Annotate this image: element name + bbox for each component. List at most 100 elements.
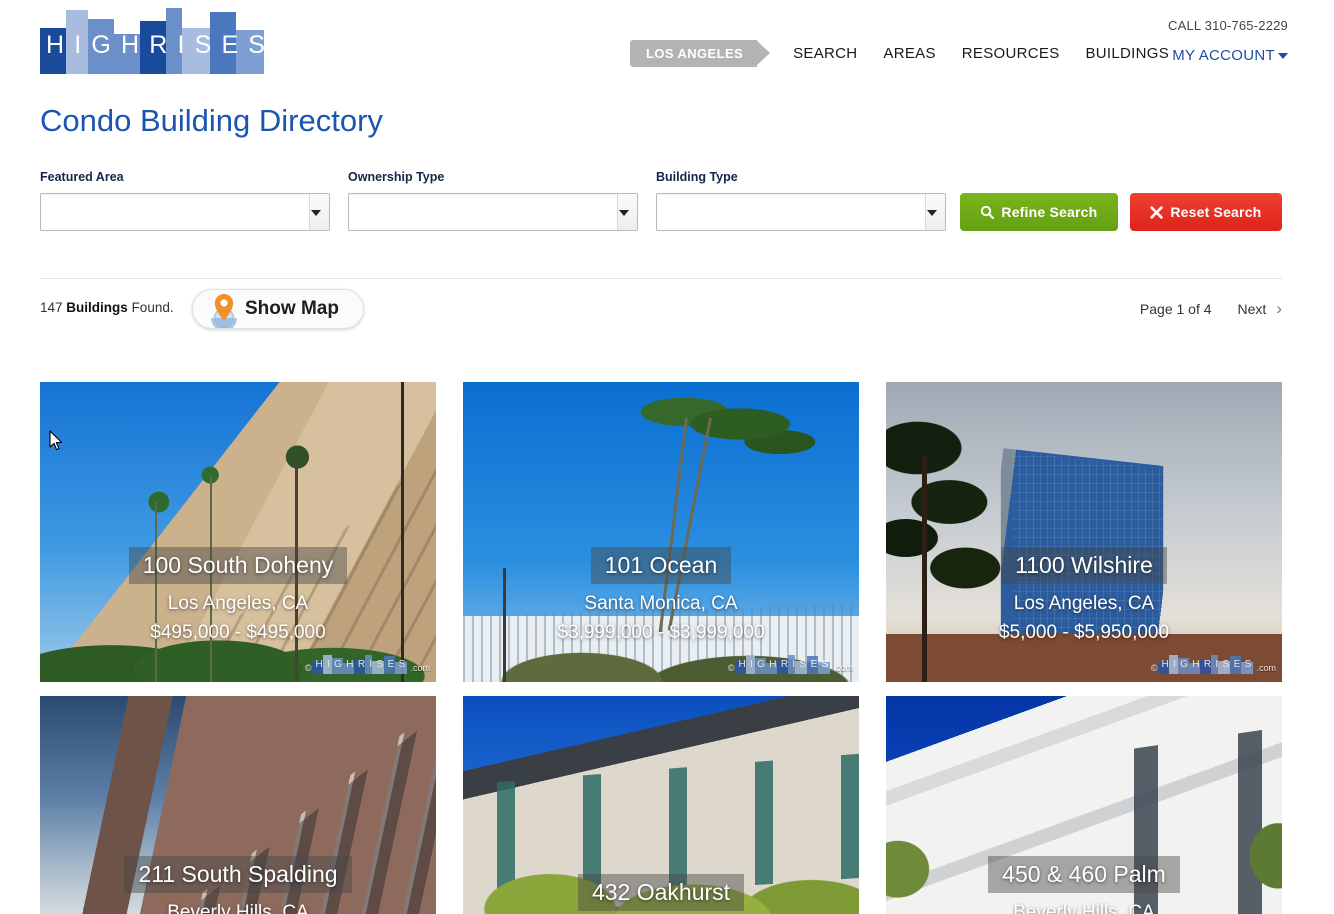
refine-search-label: Refine Search xyxy=(1001,204,1098,220)
logo-letter: H xyxy=(120,31,141,59)
results-found-suffix: Found. xyxy=(131,300,174,315)
card-row: 211 South Spalding Beverly Hills, CA 432… xyxy=(40,696,1282,914)
card-city: Beverly Hills, CA xyxy=(167,902,309,914)
building-card-grid: 100 South Doheny Los Angeles, CA $495,00… xyxy=(40,382,1282,914)
logo-letter: E xyxy=(221,31,240,59)
nav-item-buildings[interactable]: BUILDINGS xyxy=(1086,45,1170,62)
filter-featured-area: Featured Area xyxy=(40,170,330,231)
card-title: 100 South Doheny xyxy=(40,547,436,584)
building-type-select[interactable] xyxy=(656,193,946,231)
building-card[interactable]: 100 South Doheny Los Angeles, CA $495,00… xyxy=(40,382,436,682)
card-title: 1100 Wilshire xyxy=(886,547,1282,584)
watermark-suffix: .com xyxy=(833,663,853,673)
ownership-type-select[interactable] xyxy=(348,193,638,231)
building-card[interactable]: 1100 Wilshire Los Angeles, CA $5,000 - $… xyxy=(886,382,1282,682)
card-text-block: 101 Ocean Santa Monica, CA $3,999,000 - … xyxy=(463,547,859,647)
reset-search-label: Reset Search xyxy=(1170,204,1262,220)
filter-ownership-type: Ownership Type xyxy=(348,170,638,231)
logo-letter: R xyxy=(149,31,169,59)
watermark: © HIGHRISES .com xyxy=(1151,654,1276,674)
copyright-symbol: © xyxy=(1150,663,1158,673)
card-row: 100 South Doheny Los Angeles, CA $495,00… xyxy=(40,382,1282,682)
featured-area-select[interactable] xyxy=(40,193,330,231)
card-title: 450 & 460 Palm xyxy=(886,856,1282,893)
results-divider xyxy=(40,278,1282,279)
watermark: © HIGHRISES .com xyxy=(728,654,853,674)
chevron-down-icon xyxy=(619,210,629,216)
main-navigation: LOS ANGELES SEARCH AREAS RESOURCES BUILD… xyxy=(630,40,1169,67)
chevron-right-icon: › xyxy=(1276,299,1282,318)
nav-links: SEARCH AREAS RESOURCES BUILDINGS xyxy=(793,45,1169,62)
next-page-label: Next xyxy=(1237,301,1267,317)
page-indicator: Page 1 of 4 xyxy=(1139,301,1212,317)
logo-letter: I xyxy=(74,31,83,59)
next-page-button[interactable]: Next › xyxy=(1238,299,1282,319)
highrises-logo[interactable]: H I G H R I S E S xyxy=(40,2,272,74)
watermark-suffix: .com xyxy=(1256,663,1276,673)
nav-item-search[interactable]: SEARCH xyxy=(793,45,857,62)
card-text-block: 100 South Doheny Los Angeles, CA $495,00… xyxy=(40,547,436,647)
card-text-block: 432 Oakhurst xyxy=(463,874,859,914)
watermark: © HIGHRISES .com xyxy=(305,654,430,674)
logo-wordmark: H I G H R I S E S xyxy=(40,30,272,60)
site-header: H I G H R I S E S LOS ANGELES SEARCH ARE… xyxy=(0,0,1334,88)
mouse-cursor xyxy=(49,430,63,451)
card-city: Los Angeles, CA xyxy=(167,593,309,614)
copyright-symbol: © xyxy=(304,663,312,673)
my-account-menu[interactable]: MY ACCOUNT xyxy=(1168,47,1288,64)
building-card[interactable]: 101 Ocean Santa Monica, CA $3,999,000 - … xyxy=(463,382,859,682)
card-title: 101 Ocean xyxy=(463,547,859,584)
pagination: Page 1 of 4 Next › xyxy=(1140,299,1282,319)
card-price: $3,999,000 - $3,999,000 xyxy=(557,622,765,643)
building-card[interactable]: 432 Oakhurst xyxy=(463,696,859,914)
watermark-logo: HIGHRISES xyxy=(735,654,831,674)
nav-item-resources[interactable]: RESOURCES xyxy=(962,45,1060,62)
page-root: H I G H R I S E S LOS ANGELES SEARCH ARE… xyxy=(0,0,1334,914)
filter-panel: Featured Area Ownership Type Building Ty… xyxy=(40,170,1282,231)
featured-area-label: Featured Area xyxy=(40,170,124,184)
show-map-button[interactable]: Show Map xyxy=(192,289,364,329)
card-price: $5,000 - $5,950,000 xyxy=(998,622,1170,643)
watermark-suffix: .com xyxy=(410,663,430,673)
search-icon xyxy=(981,205,995,219)
refine-search-button[interactable]: Refine Search xyxy=(960,193,1118,231)
filter-building-type: Building Type xyxy=(656,170,946,231)
reset-search-button[interactable]: Reset Search xyxy=(1129,193,1282,231)
nav-item-areas[interactable]: AREAS xyxy=(883,45,935,62)
card-title: 432 Oakhurst xyxy=(463,874,859,911)
card-price: $495,000 - $495,000 xyxy=(150,622,326,643)
building-card[interactable]: 450 & 460 Palm Beverly Hills, CA xyxy=(886,696,1282,914)
watermark-logo: HIGHRISES xyxy=(312,654,408,674)
card-city: Santa Monica, CA xyxy=(584,593,738,614)
card-city: Beverly Hills, CA xyxy=(1013,902,1155,914)
my-account-label: MY ACCOUNT xyxy=(1172,47,1275,64)
watermark-wordmark: HIGHRISES xyxy=(315,659,406,670)
logo-letter: S xyxy=(248,31,266,59)
building-card[interactable]: 211 South Spalding Beverly Hills, CA xyxy=(40,696,436,914)
card-text-block: 211 South Spalding Beverly Hills, CA xyxy=(40,856,436,914)
copyright-symbol: © xyxy=(727,663,735,673)
card-text-block: 450 & 460 Palm Beverly Hills, CA xyxy=(886,856,1282,914)
show-map-label: Show Map xyxy=(245,298,339,319)
logo-letter: S xyxy=(194,31,213,59)
building-type-label: Building Type xyxy=(656,170,738,184)
results-toolbar: 147 Buildings Found. Show Map Page 1 of … xyxy=(40,289,1282,332)
page-title: Condo Building Directory xyxy=(40,103,383,138)
watermark-wordmark: HIGHRISES xyxy=(738,659,829,670)
results-count-noun: Buildings xyxy=(66,300,128,315)
card-city: Los Angeles, CA xyxy=(1013,593,1155,614)
header-right: CALL 310-765-2229 MY ACCOUNT xyxy=(1168,18,1288,64)
watermark-logo: HIGHRISES xyxy=(1158,654,1254,674)
logo-letter: I xyxy=(177,31,186,59)
chevron-down-icon xyxy=(1278,53,1288,60)
card-title: 211 South Spalding xyxy=(40,856,436,893)
ownership-type-label: Ownership Type xyxy=(348,170,445,184)
chevron-down-icon xyxy=(311,210,321,216)
nav-city-tab[interactable]: LOS ANGELES xyxy=(630,40,771,67)
watermark-wordmark: HIGHRISES xyxy=(1161,659,1252,670)
call-phone-text: CALL 310-765-2229 xyxy=(1167,18,1288,33)
chevron-down-icon xyxy=(927,210,937,216)
logo-bar-graphic: H I G H R I S E S xyxy=(40,2,272,74)
logo-letter: G xyxy=(91,31,112,59)
results-count: 147 xyxy=(40,300,63,315)
